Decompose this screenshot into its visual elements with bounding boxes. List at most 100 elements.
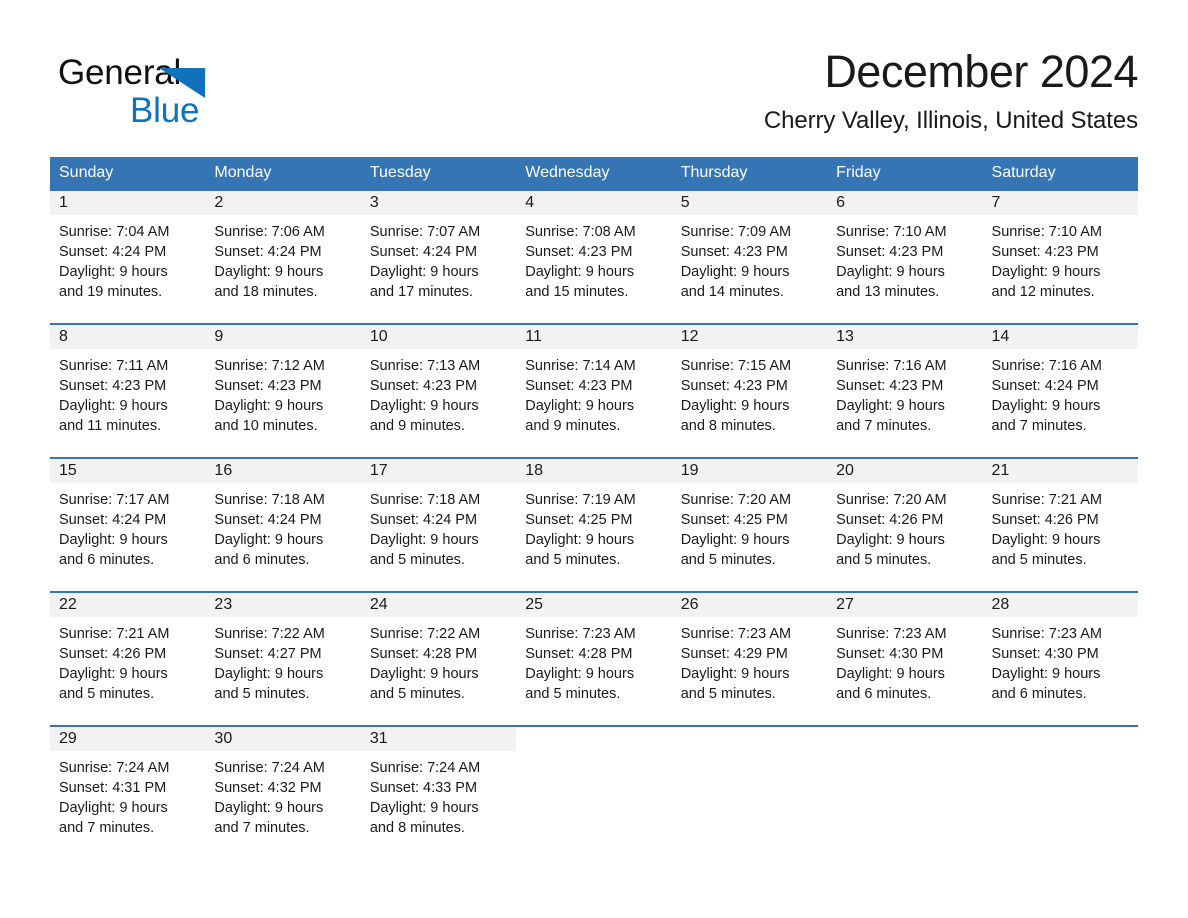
daylight-line-1: Daylight: 9 hours: [836, 666, 945, 682]
day-cell-empty: [827, 727, 983, 845]
day-cell[interactable]: 19 Sunrise: 7:20 AM Sunset: 4:25 PM Dayl…: [671, 459, 828, 591]
sunset-line: Sunset: 4:31 PM: [59, 780, 167, 796]
general-blue-logo[interactable]: General Blue: [58, 52, 258, 130]
sunset-line: Sunset: 4:24 PM: [59, 512, 167, 528]
daylight-line-1: Daylight: 9 hours: [525, 666, 635, 682]
day-details: Sunrise: 7:23 AM Sunset: 4:29 PM Dayligh…: [672, 617, 827, 704]
page-header: General Blue December 2024 Cherry Valley…: [50, 44, 1139, 156]
daylight-line-1: Daylight: 9 hours: [525, 398, 635, 414]
day-details: Sunrise: 7:24 AM Sunset: 4:33 PM Dayligh…: [361, 751, 516, 838]
day-cell[interactable]: 28 Sunrise: 7:23 AM Sunset: 4:30 PM Dayl…: [982, 593, 1138, 725]
day-details: Sunrise: 7:11 AM Sunset: 4:23 PM Dayligh…: [50, 349, 205, 436]
day-number-band: 19: [671, 459, 828, 483]
day-details: Sunrise: 7:17 AM Sunset: 4:24 PM Dayligh…: [50, 483, 205, 570]
day-cell[interactable]: 2 Sunrise: 7:06 AM Sunset: 4:24 PM Dayli…: [205, 191, 361, 323]
daylight-line-2: and 5 minutes.: [836, 552, 932, 568]
day-number-band: 3: [360, 191, 517, 215]
day-cell[interactable]: 17 Sunrise: 7:18 AM Sunset: 4:24 PM Dayl…: [360, 459, 517, 591]
daylight-line-1: Daylight: 9 hours: [59, 666, 168, 682]
day-cell[interactable]: 23 Sunrise: 7:22 AM Sunset: 4:27 PM Dayl…: [205, 593, 361, 725]
day-cell[interactable]: 26 Sunrise: 7:23 AM Sunset: 4:29 PM Dayl…: [671, 593, 828, 725]
title-block: December 2024 Cherry Valley, Illinois, U…: [764, 44, 1139, 136]
week-row: 29 Sunrise: 7:24 AM Sunset: 4:31 PM Dayl…: [50, 725, 1138, 845]
sunset-line: Sunset: 4:24 PM: [369, 512, 478, 528]
sunrise-line: Sunrise: 7:18 AM: [214, 492, 325, 508]
day-cell[interactable]: 30 Sunrise: 7:24 AM Sunset: 4:32 PM Dayl…: [205, 727, 361, 845]
day-number: 28: [991, 596, 1010, 613]
daylight-line-2: and 5 minutes.: [214, 686, 310, 702]
daylight-line-1: Daylight: 9 hours: [369, 800, 479, 816]
day-cell[interactable]: 7 Sunrise: 7:10 AM Sunset: 4:23 PM Dayli…: [982, 191, 1138, 323]
day-number-band: 25: [516, 593, 672, 617]
sunrise-line: Sunrise: 7:22 AM: [369, 626, 481, 642]
day-cell[interactable]: 13 Sunrise: 7:16 AM Sunset: 4:23 PM Dayl…: [827, 325, 983, 457]
day-cell[interactable]: 4 Sunrise: 7:08 AM Sunset: 4:23 PM Dayli…: [516, 191, 672, 323]
day-cell[interactable]: 25 Sunrise: 7:23 AM Sunset: 4:28 PM Dayl…: [516, 593, 672, 725]
day-cell[interactable]: 21 Sunrise: 7:21 AM Sunset: 4:26 PM Dayl…: [982, 459, 1138, 591]
day-number-band: 4: [516, 191, 672, 215]
sunrise-line: Sunrise: 7:23 AM: [836, 626, 947, 642]
day-cell[interactable]: 20 Sunrise: 7:20 AM Sunset: 4:26 PM Dayl…: [827, 459, 983, 591]
sunset-line: Sunset: 4:30 PM: [991, 646, 1099, 662]
day-cell[interactable]: 1 Sunrise: 7:04 AM Sunset: 4:24 PM Dayli…: [50, 191, 206, 323]
day-number: 10: [369, 328, 388, 345]
day-number-band: 13: [827, 325, 983, 349]
sunrise-line: Sunrise: 7:15 AM: [680, 358, 792, 374]
daylight-line-2: and 5 minutes.: [525, 686, 621, 702]
day-cell[interactable]: 15 Sunrise: 7:17 AM Sunset: 4:24 PM Dayl…: [50, 459, 206, 591]
sunrise-line: Sunrise: 7:21 AM: [59, 626, 170, 642]
day-cell[interactable]: 6 Sunrise: 7:10 AM Sunset: 4:23 PM Dayli…: [827, 191, 983, 323]
sunrise-line: Sunrise: 7:08 AM: [525, 224, 636, 240]
daylight-line-2: and 11 minutes.: [59, 418, 162, 434]
sunset-line: Sunset: 4:24 PM: [214, 512, 322, 528]
day-number-band: 26: [671, 593, 828, 617]
daylight-line-1: Daylight: 9 hours: [991, 532, 1101, 548]
day-number-band: 30: [205, 727, 361, 751]
day-cell[interactable]: 12 Sunrise: 7:15 AM Sunset: 4:23 PM Dayl…: [671, 325, 828, 457]
daylight-line-1: Daylight: 9 hours: [59, 532, 168, 548]
day-details: Sunrise: 7:09 AM Sunset: 4:23 PM Dayligh…: [672, 215, 827, 302]
day-details: Sunrise: 7:24 AM Sunset: 4:32 PM Dayligh…: [205, 751, 360, 838]
day-number: 11: [525, 328, 542, 345]
day-number-band: [672, 727, 827, 751]
day-cell[interactable]: 24 Sunrise: 7:22 AM Sunset: 4:28 PM Dayl…: [360, 593, 517, 725]
sunset-line: Sunset: 4:24 PM: [59, 244, 167, 260]
day-details: Sunrise: 7:22 AM Sunset: 4:27 PM Dayligh…: [205, 617, 360, 704]
day-number: 4: [525, 194, 535, 211]
sunrise-line: Sunrise: 7:21 AM: [991, 492, 1102, 508]
weekday-header-monday: Monday: [214, 164, 272, 181]
sunset-line: Sunset: 4:23 PM: [836, 378, 944, 394]
day-cell-empty: [982, 727, 1138, 845]
day-number-band: 16: [205, 459, 361, 483]
day-number: 16: [214, 462, 233, 479]
day-cell[interactable]: 31 Sunrise: 7:24 AM Sunset: 4:33 PM Dayl…: [360, 727, 517, 845]
day-cell[interactable]: 16 Sunrise: 7:18 AM Sunset: 4:24 PM Dayl…: [205, 459, 361, 591]
day-cell[interactable]: 8 Sunrise: 7:11 AM Sunset: 4:23 PM Dayli…: [50, 325, 206, 457]
day-cell[interactable]: 27 Sunrise: 7:23 AM Sunset: 4:30 PM Dayl…: [827, 593, 983, 725]
day-number: 13: [836, 328, 854, 345]
week-row: 1 Sunrise: 7:04 AM Sunset: 4:24 PM Dayli…: [50, 189, 1138, 323]
sunrise-line: Sunrise: 7:11 AM: [59, 358, 169, 374]
day-details: Sunrise: 7:12 AM Sunset: 4:23 PM Dayligh…: [205, 349, 360, 436]
day-details: Sunrise: 7:13 AM Sunset: 4:23 PM Dayligh…: [361, 349, 516, 436]
day-details: Sunrise: 7:24 AM Sunset: 4:31 PM Dayligh…: [50, 751, 205, 838]
daylight-line-1: Daylight: 9 hours: [525, 264, 635, 280]
day-details: Sunrise: 7:18 AM Sunset: 4:24 PM Dayligh…: [205, 483, 360, 570]
sunset-line: Sunset: 4:28 PM: [369, 646, 478, 662]
day-cell[interactable]: 11 Sunrise: 7:14 AM Sunset: 4:23 PM Dayl…: [516, 325, 672, 457]
day-cell[interactable]: 22 Sunrise: 7:21 AM Sunset: 4:26 PM Dayl…: [50, 593, 206, 725]
day-number: 29: [59, 730, 77, 747]
day-cell[interactable]: 3 Sunrise: 7:07 AM Sunset: 4:24 PM Dayli…: [360, 191, 517, 323]
day-cell[interactable]: 18 Sunrise: 7:19 AM Sunset: 4:25 PM Dayl…: [516, 459, 672, 591]
daylight-line-2: and 6 minutes.: [59, 552, 155, 568]
day-number-band: 1: [50, 191, 206, 215]
day-cell[interactable]: 9 Sunrise: 7:12 AM Sunset: 4:23 PM Dayli…: [205, 325, 361, 457]
daylight-line-1: Daylight: 9 hours: [991, 398, 1101, 414]
daylight-line-1: Daylight: 9 hours: [59, 264, 168, 280]
day-cell[interactable]: 14 Sunrise: 7:16 AM Sunset: 4:24 PM Dayl…: [982, 325, 1138, 457]
day-cell[interactable]: 29 Sunrise: 7:24 AM Sunset: 4:31 PM Dayl…: [50, 727, 206, 845]
day-cell[interactable]: 5 Sunrise: 7:09 AM Sunset: 4:23 PM Dayli…: [671, 191, 828, 323]
logo-text-blue: Blue: [130, 91, 200, 130]
day-number: 12: [680, 328, 699, 345]
day-cell[interactable]: 10 Sunrise: 7:13 AM Sunset: 4:23 PM Dayl…: [360, 325, 517, 457]
